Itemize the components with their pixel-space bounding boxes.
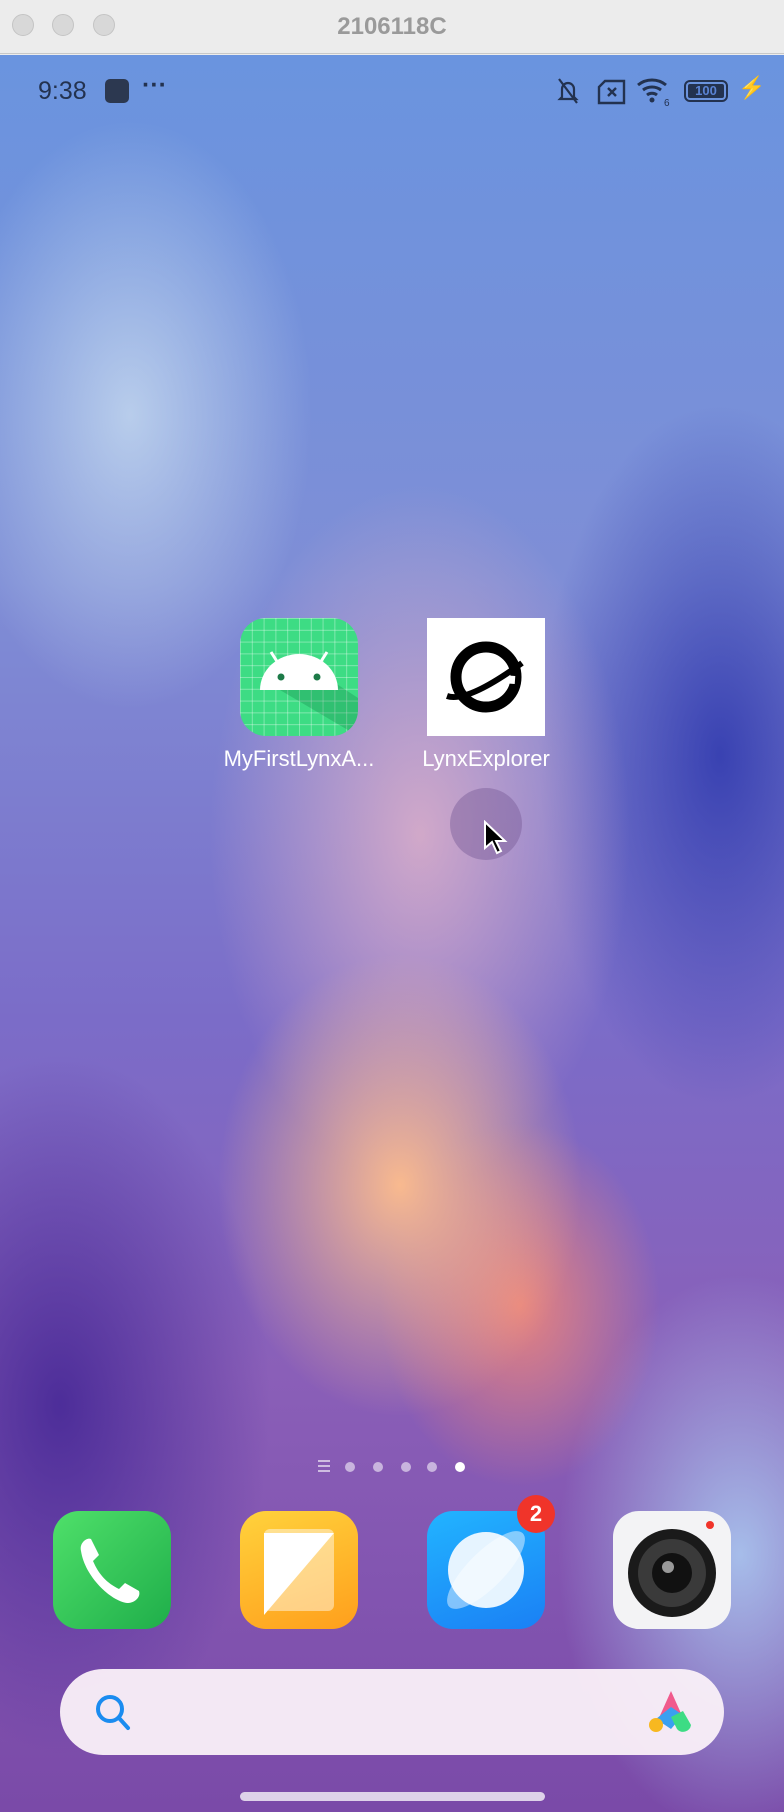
page-dot-active[interactable]	[455, 1462, 465, 1472]
window-titlebar: 2106118C	[0, 0, 784, 54]
app-myfirstlynxapp[interactable]: MyFirstLynxA...	[224, 618, 374, 771]
svg-text:6: 6	[664, 98, 670, 107]
window-title: 2106118C	[337, 13, 447, 40]
no-sim-icon	[597, 79, 626, 105]
dock-notes[interactable]	[240, 1511, 358, 1629]
notes-icon	[240, 1511, 358, 1629]
page-dot[interactable]	[401, 1462, 411, 1472]
app-label: MyFirstLynxA...	[223, 746, 375, 771]
dock-camera[interactable]	[613, 1511, 731, 1629]
search-bar[interactable]	[60, 1669, 724, 1755]
charging-icon: ⚡	[738, 75, 766, 100]
page-dot[interactable]	[345, 1462, 355, 1472]
app-notification-icon	[105, 79, 129, 103]
more-icon: ···	[142, 71, 167, 99]
battery-icon: 100	[684, 80, 728, 102]
wifi-icon: 6	[637, 78, 670, 107]
app-label: LynxExplorer	[422, 746, 550, 771]
phone-icon	[53, 1511, 171, 1629]
camera-icon	[613, 1511, 731, 1629]
home-indicator[interactable]	[240, 1792, 545, 1801]
cursor-icon	[484, 820, 508, 855]
status-time: 9:38	[38, 77, 87, 105]
search-icon[interactable]	[94, 1693, 134, 1733]
assistant-icon[interactable]	[648, 1689, 694, 1735]
android-icon	[240, 618, 358, 736]
page-dot[interactable]	[427, 1462, 437, 1472]
app-lynxexplorer[interactable]: LynxExplorer	[422, 618, 550, 771]
mute-icon	[557, 78, 579, 104]
dock-phone[interactable]	[53, 1511, 171, 1629]
page-list-icon[interactable]	[318, 1460, 330, 1472]
notification-badge: 2	[517, 1495, 555, 1533]
battery-level: 100	[688, 84, 724, 98]
page-dot[interactable]	[373, 1462, 383, 1472]
lynx-explorer-icon	[427, 618, 545, 736]
home-screen: 9:38 ··· 6 100 ⚡ MyFirstLynxA... LynxExp…	[0, 55, 784, 1812]
